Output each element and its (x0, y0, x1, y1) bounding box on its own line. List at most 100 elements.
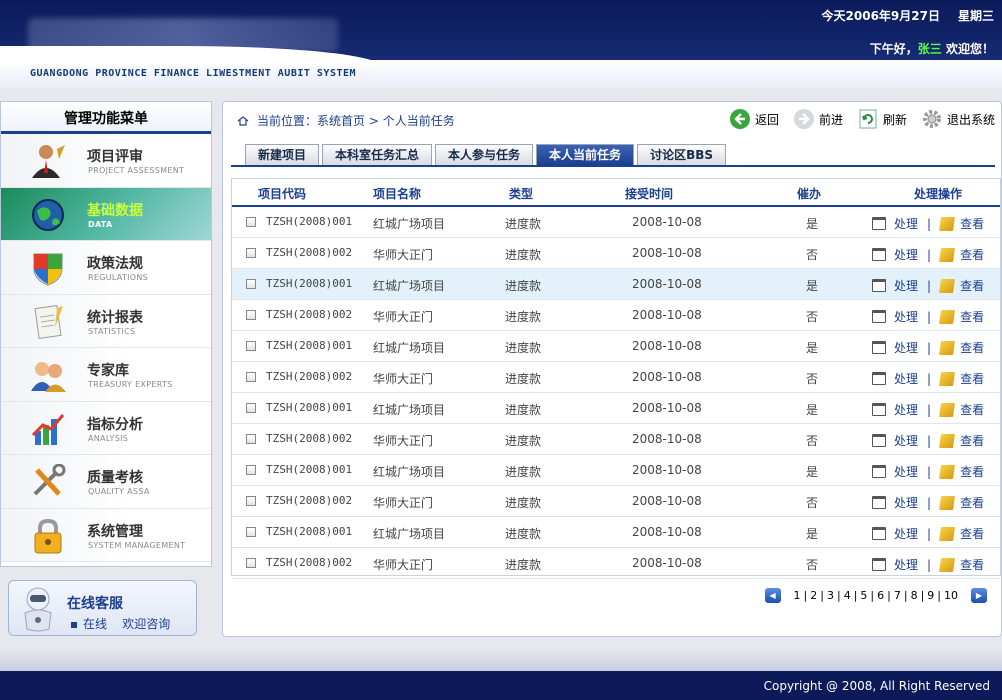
page-link[interactable]: 4 (841, 589, 854, 602)
row-checkbox[interactable] (246, 217, 256, 227)
prev-page-button[interactable]: ◀ (764, 588, 781, 603)
sidebar-item-statistics[interactable]: 统计报表 STATISTICS (1, 294, 211, 348)
project-code: TZSH(2008)001 (266, 401, 353, 414)
forward-button[interactable]: 前进 (793, 108, 843, 130)
table-row[interactable]: TZSH(2008)001 红城广场项目 进度款 2008-10-08 是 处理 | 查看 (232, 269, 1000, 300)
page-link[interactable]: 6 (874, 589, 887, 602)
project-code: TZSH(2008)001 (266, 215, 353, 228)
view-link[interactable]: 查看 (960, 401, 984, 418)
sidebar-item-project-assessment[interactable]: 项目评审 PROJECT ASSESSMENT (1, 134, 211, 188)
home-icon (237, 116, 249, 126)
page-link[interactable]: 1 (791, 589, 804, 602)
process-link[interactable]: 处理 (894, 463, 918, 480)
process-link[interactable]: 处理 (894, 339, 918, 356)
view-link[interactable]: 查看 (960, 277, 984, 294)
row-checkbox[interactable] (246, 310, 256, 320)
greeting-prefix: 下午好， (869, 42, 918, 56)
back-button[interactable]: 返回 (729, 108, 779, 130)
process-link[interactable]: 处理 (894, 308, 918, 325)
sidebar-item-analysis[interactable]: 指标分析 ANALYSIS (1, 401, 211, 455)
process-link[interactable]: 处理 (894, 556, 918, 573)
back-arrow-icon (729, 109, 750, 129)
row-actions: 处理 | 查看 (872, 246, 984, 263)
tab-underline (231, 165, 995, 167)
table-row[interactable]: TZSH(2008)001 红城广场项目 进度款 2008-10-08 是 处理 | 查看 (232, 455, 1000, 486)
view-link[interactable]: 查看 (960, 556, 984, 573)
project-name: 华师大正门 (373, 558, 434, 572)
view-link[interactable]: 查看 (960, 463, 984, 480)
refresh-button[interactable]: 刷新 (857, 108, 907, 130)
row-checkbox[interactable] (246, 465, 256, 475)
project-name: 华师大正门 (373, 310, 434, 324)
consult-link[interactable]: 欢迎咨询 (122, 617, 170, 631)
process-link[interactable]: 处理 (894, 401, 918, 418)
tab-0[interactable]: 新建项目 (245, 144, 320, 165)
view-link[interactable]: 查看 (960, 308, 984, 325)
project-type: 进度款 (505, 217, 542, 231)
sidebar-item-system-management[interactable]: 系统管理 SYSTEM MANAGEMENT (1, 508, 211, 562)
table-row[interactable]: TZSH(2008)001 红城广场项目 进度款 2008-10-08 是 处理 | 查看 (232, 207, 1000, 238)
folder-icon (939, 495, 956, 510)
action-separator: | (927, 526, 932, 541)
tab-2[interactable]: 本人参与任务 (435, 144, 534, 165)
view-link[interactable]: 查看 (960, 215, 984, 232)
document-icon (872, 310, 886, 323)
row-checkbox[interactable] (246, 496, 256, 506)
row-actions: 处理 | 查看 (872, 370, 984, 387)
row-checkbox[interactable] (246, 527, 256, 537)
row-checkbox[interactable] (246, 372, 256, 382)
page-link[interactable]: 5 (857, 589, 870, 602)
table-row[interactable]: TZSH(2008)002 华师大正门 进度款 2008-10-08 否 处理 | 查看 (232, 424, 1000, 455)
page-link[interactable]: 2 (807, 589, 820, 602)
project-code: TZSH(2008)002 (266, 432, 353, 445)
greeting: 下午好，张三 欢迎您！ (870, 40, 994, 57)
sidebar-item-treasury-experts[interactable]: 专家库 TREASURY EXPERTS (1, 348, 211, 402)
folder-icon (939, 557, 956, 572)
online-status: 在线 欢迎咨询 (71, 615, 170, 632)
row-checkbox[interactable] (246, 403, 256, 413)
project-code: TZSH(2008)001 (266, 463, 353, 476)
page-link[interactable]: 10 (941, 589, 961, 602)
process-link[interactable]: 处理 (894, 525, 918, 542)
view-link[interactable]: 查看 (960, 432, 984, 449)
page-link[interactable]: 9 (924, 589, 937, 602)
table-row[interactable]: TZSH(2008)002 华师大正门 进度款 2008-10-08 否 处理 | 查看 (232, 362, 1000, 393)
process-link[interactable]: 处理 (894, 277, 918, 294)
sidebar-item-data[interactable]: 基础数据 DATA (1, 187, 211, 241)
view-link[interactable]: 查看 (960, 525, 984, 542)
page-link[interactable]: 8 (908, 589, 921, 602)
view-link[interactable]: 查看 (960, 370, 984, 387)
process-link[interactable]: 处理 (894, 370, 918, 387)
table-row[interactable]: TZSH(2008)002 华师大正门 进度款 2008-10-08 否 处理 | 查看 (232, 238, 1000, 269)
tab-1[interactable]: 本科室任务汇总 (322, 144, 433, 165)
row-checkbox[interactable] (246, 434, 256, 444)
process-link[interactable]: 处理 (894, 432, 918, 449)
row-checkbox[interactable] (246, 248, 256, 258)
tab-3[interactable]: 本人当前任务 (536, 144, 635, 165)
row-checkbox[interactable] (246, 279, 256, 289)
logout-button[interactable]: 退出系统 (921, 108, 995, 130)
view-link[interactable]: 查看 (960, 339, 984, 356)
table-row[interactable]: TZSH(2008)001 红城广场项目 进度款 2008-10-08 是 处理 | 查看 (232, 393, 1000, 424)
breadcrumb-home[interactable]: 系统首页 (317, 114, 365, 128)
table-row[interactable]: TZSH(2008)002 华师大正门 进度款 2008-10-08 否 处理 | 查看 (232, 486, 1000, 517)
page-link[interactable]: 3 (824, 589, 837, 602)
next-page-button[interactable]: ▶ (971, 588, 987, 603)
online-service-box[interactable]: 在线客服 在线 欢迎咨询 (8, 580, 197, 636)
project-name: 红城广场项目 (373, 465, 446, 479)
view-link[interactable]: 查看 (960, 494, 984, 511)
process-link[interactable]: 处理 (894, 215, 918, 232)
row-checkbox[interactable] (246, 341, 256, 351)
sidebar-item-regulations[interactable]: 政策法规 REGULATIONS (1, 241, 211, 295)
page-link[interactable]: 7 (891, 589, 904, 602)
process-link[interactable]: 处理 (894, 494, 918, 511)
sidebar-item-quality-assa[interactable]: 质量考核 QUALITY ASSA (1, 455, 211, 509)
table-row[interactable]: TZSH(2008)002 华师大正门 进度款 2008-10-08 否 处理 | 查看 (232, 300, 1000, 331)
table-row[interactable]: TZSH(2008)001 红城广场项目 进度款 2008-10-08 是 处理 | 查看 (232, 517, 1000, 548)
tab-4[interactable]: 讨论区BBS (637, 144, 726, 165)
view-link[interactable]: 查看 (960, 246, 984, 263)
process-link[interactable]: 处理 (894, 246, 918, 263)
table-row[interactable]: TZSH(2008)001 红城广场项目 进度款 2008-10-08 是 处理 | 查看 (232, 331, 1000, 362)
table-row[interactable]: TZSH(2008)002 华师大正门 进度款 2008-10-08 否 处理 | 查看 (232, 548, 1000, 579)
row-checkbox[interactable] (246, 558, 256, 568)
